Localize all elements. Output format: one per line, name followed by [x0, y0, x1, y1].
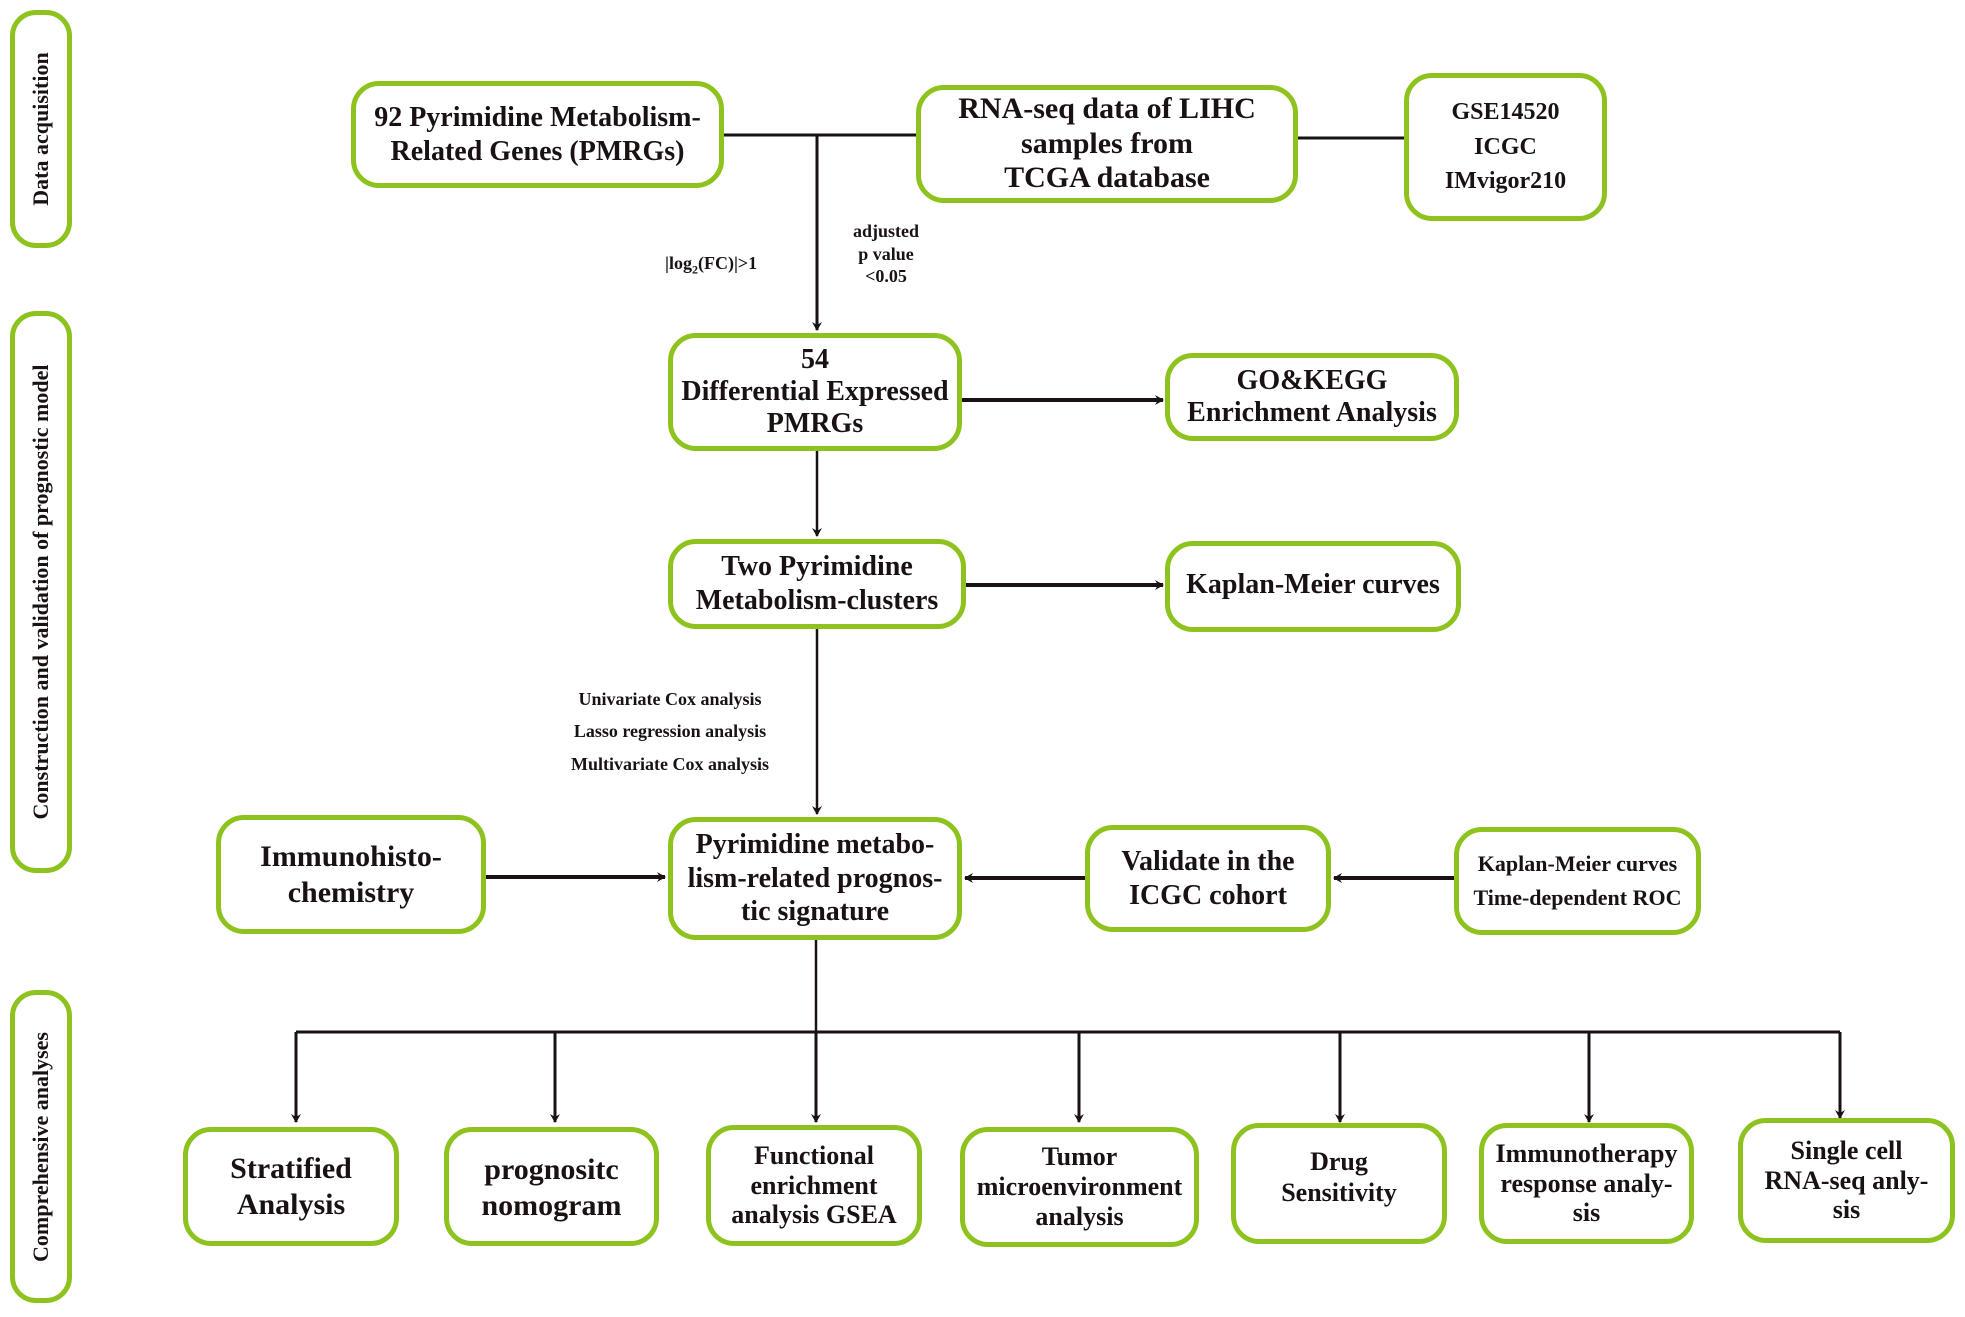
node-text: ICGC — [1474, 133, 1537, 160]
node-text: nomogram — [481, 1189, 622, 1222]
label-text: Lasso regression analysis — [573, 721, 767, 742]
node-text: Related Genes (PMRGs) — [390, 135, 685, 167]
node-text: RNA-seq data of LIHC — [958, 92, 1256, 126]
label-text: <0.05 — [865, 266, 907, 286]
node-signature: Pyrimidine metabo- lism-related prognos-… — [668, 817, 962, 940]
phase-data-acquisition: Data acquisition — [10, 10, 72, 248]
node-text: IMvigor210 — [1444, 168, 1567, 195]
node-text: TCGA database — [1004, 161, 1210, 195]
label-adjusted-p: adjusted p value <0.05 — [836, 220, 936, 288]
node-text: Functional — [754, 1140, 874, 1170]
node-stratified: Stratified Analysis — [183, 1127, 399, 1246]
node-text: 54 — [801, 343, 829, 375]
phase-label: Construction and validation of prognosti… — [28, 364, 53, 820]
label-logfc: |log2(FC)|>1 — [665, 252, 757, 278]
node-km-clusters: Kaplan-Meier curves — [1165, 541, 1461, 632]
node-tme: Tumor microenvironment analysis — [960, 1127, 1199, 1247]
label-text: Multivariate Cox analysis — [571, 753, 769, 774]
node-text: analysis GSEA — [731, 1200, 897, 1230]
node-text: GSE14520 — [1451, 98, 1560, 125]
node-text: Metabolism-clusters — [695, 585, 939, 616]
node-text: Differential Expressed — [681, 375, 949, 407]
node-km-roc: Kaplan-Meier curves Time-dependent ROC — [1454, 827, 1701, 935]
node-immunotherapy: Immunotherapy response analy- sis — [1479, 1123, 1694, 1244]
node-text: Tumor — [1041, 1142, 1118, 1172]
node-text: Kaplan-Meier curves — [1186, 569, 1440, 600]
node-text: 92 Pyrimidine Metabolism- — [374, 101, 701, 133]
node-text: Two Pyrimidine — [721, 551, 913, 583]
node-text: Time-dependent ROC — [1473, 885, 1682, 910]
node-gokegg: GO&KEGG Enrichment Analysis — [1165, 353, 1459, 441]
node-degs: 54 Differential Expressed PMRGs — [668, 333, 962, 451]
label-text: adjusted — [852, 221, 919, 241]
node-text: lism-related prognos- — [687, 862, 943, 894]
phase-label: Comprehensive analyses — [28, 1031, 53, 1262]
node-ihc: Immunohisto- chemistry — [216, 815, 486, 934]
label-text: Univariate Cox analysis — [578, 689, 762, 709]
node-text: enrichment — [750, 1170, 878, 1200]
node-text: Immunotherapy — [1495, 1138, 1678, 1168]
node-text: Kaplan-Meier curves — [1477, 850, 1678, 876]
label-methods: Univariate Cox analysis Lasso regression… — [540, 683, 800, 780]
node-text: prognositc — [484, 1153, 619, 1186]
node-text: Enrichment Analysis — [1187, 397, 1437, 428]
node-pmrgs: 92 Pyrimidine Metabolism- Related Genes … — [351, 81, 724, 188]
node-text: sis — [1832, 1195, 1861, 1225]
phase-comprehensive: Comprehensive analyses — [10, 990, 72, 1303]
node-drug: Drug Sensitivity — [1231, 1123, 1447, 1244]
node-text: Validate in the — [1121, 845, 1295, 877]
node-text: RNA-seq anly- — [1764, 1165, 1929, 1195]
node-clusters: Two Pyrimidine Metabolism-clusters — [668, 539, 966, 629]
node-scrna: Single cell RNA-seq anly- sis — [1738, 1118, 1955, 1243]
node-text: Analysis — [236, 1187, 346, 1221]
node-text: samples from — [1021, 126, 1193, 160]
node-datasets: GSE14520 ICGC IMvigor210 — [1404, 73, 1607, 221]
node-validate: Validate in the ICGC cohort — [1085, 825, 1331, 932]
phase-construction: Construction and validation of prognosti… — [10, 311, 72, 873]
node-text: ICGC cohort — [1129, 879, 1287, 911]
node-nomogram: prognositc nomogram — [444, 1127, 659, 1246]
node-text: Single cell — [1790, 1135, 1903, 1165]
node-text: GO&KEGG — [1236, 364, 1388, 396]
label-text: p value — [858, 243, 914, 264]
node-text: Pyrimidine metabo- — [695, 829, 935, 861]
node-text: Drug — [1310, 1147, 1368, 1176]
node-text: PMRGs — [766, 408, 864, 440]
node-text: sis — [1572, 1198, 1601, 1228]
node-text: tic signature — [740, 896, 890, 928]
node-text: Immunohisto- — [260, 839, 442, 873]
node-text: Sensitivity — [1281, 1178, 1397, 1208]
node-rnaseq: RNA-seq data of LIHC samples from TCGA d… — [916, 85, 1298, 203]
label-text: |log — [665, 253, 692, 273]
node-text: chemistry — [287, 875, 415, 909]
node-text: microenvironment — [976, 1172, 1183, 1202]
node-text: response analy- — [1500, 1168, 1673, 1198]
label-text: (FC)|>1 — [697, 253, 758, 273]
phase-label: Data acquisition — [28, 52, 53, 206]
node-text: Stratified — [230, 1151, 352, 1185]
node-text: analysis — [1035, 1201, 1124, 1231]
node-gsea: Functional enrichment analysis GSEA — [706, 1125, 922, 1246]
